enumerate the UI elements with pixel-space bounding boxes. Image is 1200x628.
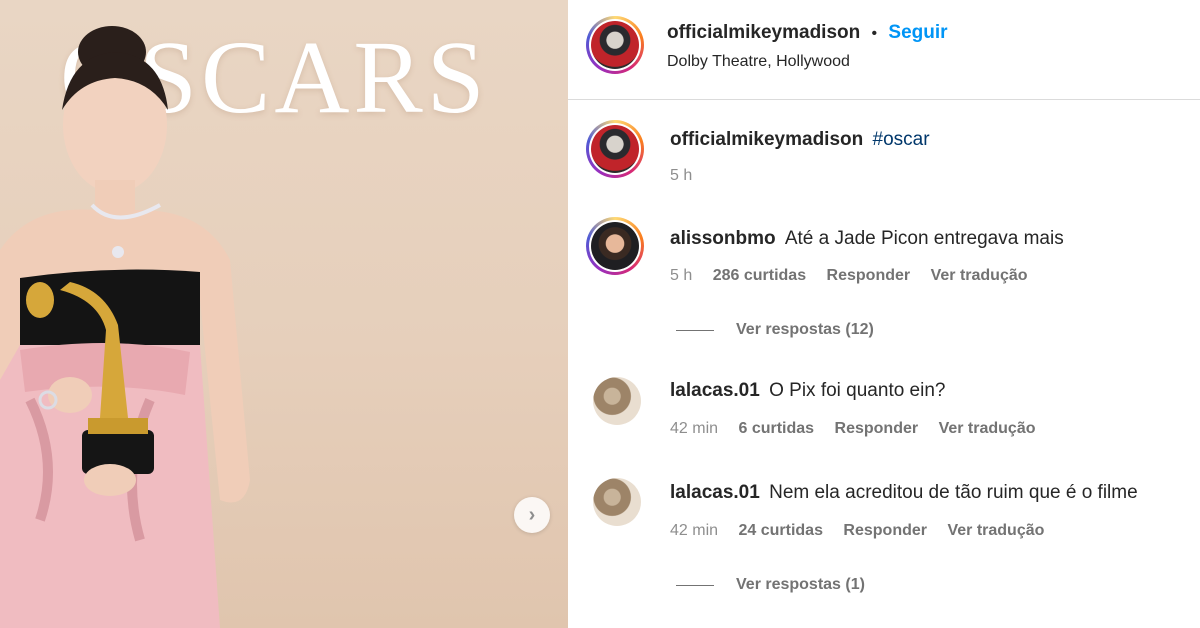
- comment-meta: 42 min 6 curtidas Responder Ver tradução: [670, 420, 1052, 438]
- header-separator: •: [871, 25, 878, 42]
- caption-avatar[interactable]: [586, 120, 644, 178]
- comment-likes[interactable]: 6 curtidas: [738, 420, 814, 437]
- comment-text: O Pix foi quanto ein?: [769, 380, 946, 401]
- reply-button[interactable]: Responder: [843, 522, 927, 539]
- comment-time: 42 min: [670, 420, 719, 437]
- comment-meta: 42 min 24 curtidas Responder Ver traduçã…: [670, 522, 1060, 540]
- view-replies-button[interactable]: Ver respostas (12): [676, 321, 874, 339]
- comment-time: 42 min: [670, 522, 719, 539]
- reply-button[interactable]: Responder: [835, 420, 919, 437]
- divider-line: [676, 329, 714, 331]
- comment-avatar[interactable]: [593, 478, 641, 526]
- comment-username[interactable]: lalacas.01: [670, 482, 760, 503]
- comment-text: Até a Jade Picon entregava mais: [784, 228, 1064, 249]
- view-replies-label: Ver respostas (12): [736, 321, 874, 338]
- caption-time: 5 h: [670, 167, 693, 184]
- comment-username[interactable]: alissonbmo: [670, 228, 776, 249]
- comment-line: alissonbmo Até a Jade Picon entregava ma…: [670, 228, 1064, 250]
- reply-button[interactable]: Responder: [827, 267, 911, 284]
- translate-button[interactable]: Ver tradução: [939, 420, 1036, 437]
- header-username[interactable]: officialmikeymadison: [667, 22, 860, 43]
- woman-holding-oscar-illustration: [0, 26, 250, 628]
- header-user-line: officialmikeymadison • Seguir: [667, 22, 948, 44]
- comment-line: lalacas.01 O Pix foi quanto ein?: [670, 380, 945, 402]
- translate-button[interactable]: Ver tradução: [947, 522, 1044, 539]
- comment-likes[interactable]: 286 curtidas: [713, 267, 806, 284]
- translate-button[interactable]: Ver tradução: [931, 267, 1028, 284]
- divider-line: [676, 584, 714, 586]
- post-header: officialmikeymadison • Seguir Dolby Thea…: [568, 0, 1200, 100]
- author-avatar[interactable]: [586, 16, 644, 74]
- comment-likes[interactable]: 24 curtidas: [738, 522, 822, 539]
- caption-line: officialmikeymadison #oscar: [670, 129, 930, 151]
- location-link[interactable]: Dolby Theatre, Hollywood: [667, 53, 850, 71]
- comment-time: 5 h: [670, 267, 693, 284]
- view-replies-button[interactable]: Ver respostas (1): [676, 576, 865, 594]
- comment-avatar[interactable]: [593, 377, 641, 425]
- post-side-panel: officialmikeymadison • Seguir Dolby Thea…: [568, 0, 1200, 628]
- caption-username[interactable]: officialmikeymadison: [670, 129, 863, 150]
- view-replies-label: Ver respostas (1): [736, 576, 865, 593]
- chevron-right-icon: ›: [528, 503, 536, 526]
- post-photo[interactable]: OSCARS ›: [0, 0, 568, 628]
- caption-hashtag[interactable]: #oscar: [873, 129, 930, 150]
- comment-meta: 5 h 286 curtidas Responder Ver tradução: [670, 267, 1044, 285]
- comment-avatar[interactable]: [586, 217, 644, 275]
- comment-line: lalacas.01 Nem ela acreditou de tão ruim…: [670, 482, 1138, 504]
- next-photo-button[interactable]: ›: [514, 497, 550, 533]
- comment-username[interactable]: lalacas.01: [670, 380, 760, 401]
- comment-text: Nem ela acreditou de tão ruim que é o fi…: [769, 482, 1138, 503]
- follow-button[interactable]: Seguir: [888, 22, 947, 43]
